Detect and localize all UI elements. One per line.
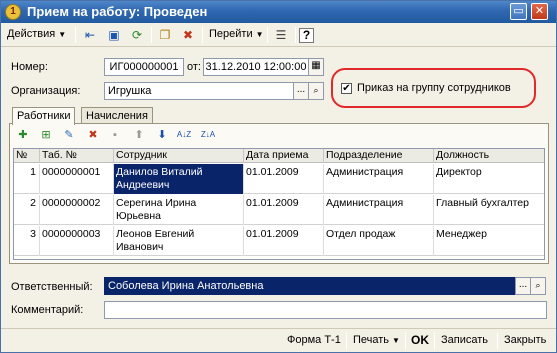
table-header: № Таб. № Сотрудник Дата приема Подраздел… [14, 149, 544, 163]
column-header[interactable]: Дата приема [244, 149, 324, 163]
cell-position[interactable]: Директор [434, 164, 544, 194]
table-row[interactable]: 3 0000000003 Леонов Евгений Иванович 01.… [14, 226, 544, 256]
copy-document-icon[interactable]: ❐ [156, 26, 174, 44]
cell-tab-number[interactable]: 0000000003 [40, 226, 114, 256]
comment-field[interactable] [104, 301, 547, 319]
close-window-button[interactable]: ✕ [531, 3, 548, 20]
title-bar[interactable]: 1 Прием на работу: Проведен ▭ ✕ [1, 1, 556, 23]
ok-button[interactable]: OK [411, 333, 429, 347]
cell-employee[interactable]: Данилов Виталий Андреевич [114, 164, 244, 194]
cell-hire-date[interactable]: 01.01.2009 [244, 164, 324, 194]
select-organization-button[interactable]: ... [293, 82, 309, 100]
sort-ascending-icon[interactable]: A↓Z [176, 127, 192, 143]
column-header[interactable]: Должность [434, 149, 544, 163]
responsible-label: Ответственный: [11, 281, 93, 293]
tab-accruals[interactable]: Начисления [81, 107, 153, 124]
comment-label: Комментарий: [11, 304, 84, 316]
number-field[interactable]: ИГ000000001 [104, 58, 184, 76]
cell-hire-date[interactable]: 01.01.2009 [244, 195, 324, 225]
tab-employees[interactable]: Работники [12, 107, 76, 125]
employees-table: № Таб. № Сотрудник Дата приема Подраздел… [13, 148, 545, 260]
actions-menu[interactable]: Действия ▼ [7, 28, 66, 40]
organization-field[interactable]: Игрушка [104, 82, 294, 100]
cell-tab-number[interactable]: 0000000001 [40, 164, 114, 194]
cell-hire-date[interactable]: 01.01.2009 [244, 226, 324, 256]
restore-button[interactable]: ▭ [510, 3, 527, 20]
save-button[interactable]: Записать [441, 334, 488, 346]
print-preview-icon[interactable]: ▣ [105, 26, 123, 44]
document-window: 1 Прием на работу: Проведен ▭ ✕ Действия… [0, 0, 557, 353]
cell-department[interactable]: Администрация [324, 195, 434, 225]
group-order-checkbox[interactable]: ✔ [341, 83, 352, 94]
open-organization-icon[interactable]: ⌕ [308, 82, 324, 100]
open-responsible-icon[interactable]: ⌕ [530, 277, 546, 295]
bottom-command-bar: Форма Т-1 Печать ▼ OK Записать Закрыть [1, 328, 556, 352]
column-header[interactable]: Подразделение [324, 149, 434, 163]
cell-department[interactable]: Администрация [324, 164, 434, 194]
column-header[interactable]: Сотрудник [114, 149, 244, 163]
window-title: Прием на работу: Проведен [27, 4, 208, 19]
cell-number: 3 [14, 226, 40, 256]
clear-movements-icon[interactable]: ✖ [179, 26, 197, 44]
post-document-icon[interactable]: ⇤ [81, 26, 99, 44]
1c-document-icon: 1 [5, 4, 21, 20]
go-menu[interactable]: Перейти ▼ [209, 28, 264, 40]
cell-position[interactable]: Главный бухгалтер [434, 195, 544, 225]
organization-label: Организация: [11, 85, 81, 97]
date-label: от: [187, 61, 201, 73]
cell-employee[interactable]: Леонов Евгений Иванович [114, 226, 244, 256]
move-up-icon[interactable]: ⬆ [131, 127, 147, 143]
table-row[interactable]: 1 0000000001 Данилов Виталий Андреевич 0… [14, 164, 544, 194]
refresh-icon[interactable]: ⟳ [128, 26, 146, 44]
help-icon[interactable]: ? [299, 28, 314, 43]
delete-row-icon[interactable]: ✖ [85, 127, 101, 143]
date-field[interactable]: 31.12.2010 12:00:00 [203, 58, 309, 76]
table-row[interactable]: 2 0000000002 Серегина Ирина Юрьевна 01.0… [14, 195, 544, 225]
column-header[interactable]: № [14, 149, 40, 163]
cell-position[interactable]: Менеджер [434, 226, 544, 256]
column-header[interactable]: Таб. № [40, 149, 114, 163]
cell-tab-number[interactable]: 0000000002 [40, 195, 114, 225]
select-responsible-button[interactable]: ... [515, 277, 531, 295]
responsible-field[interactable]: Соболева Ирина Анатольевна [104, 277, 516, 295]
end-edit-icon[interactable]: ▪ [107, 127, 123, 143]
toolbar: Действия ▼ ⇤ ▣ ⟳ ❐ ✖ Перейти ▼ ☰ ? [1, 23, 556, 47]
add-row-icon[interactable]: ✚ [15, 127, 31, 143]
move-down-icon[interactable]: ⬇ [154, 127, 170, 143]
number-label: Номер: [11, 61, 48, 73]
structure-icon[interactable]: ☰ [272, 26, 290, 44]
calendar-icon[interactable]: ▦ [308, 58, 324, 76]
cell-department[interactable]: Отдел продаж [324, 226, 434, 256]
sort-descending-icon[interactable]: Z↓A [200, 127, 216, 143]
cell-number: 1 [14, 164, 40, 194]
cell-number: 2 [14, 195, 40, 225]
close-button[interactable]: Закрыть [504, 334, 546, 346]
group-order-label: Приказ на группу сотрудников [357, 82, 511, 94]
print-menu[interactable]: Печать ▼ [353, 334, 400, 346]
form-t1-button[interactable]: Форма Т-1 [287, 334, 341, 346]
cell-employee[interactable]: Серегина Ирина Юрьевна [114, 195, 244, 225]
copy-row-icon[interactable]: ⊞ [38, 127, 54, 143]
edit-row-icon[interactable]: ✎ [61, 127, 77, 143]
